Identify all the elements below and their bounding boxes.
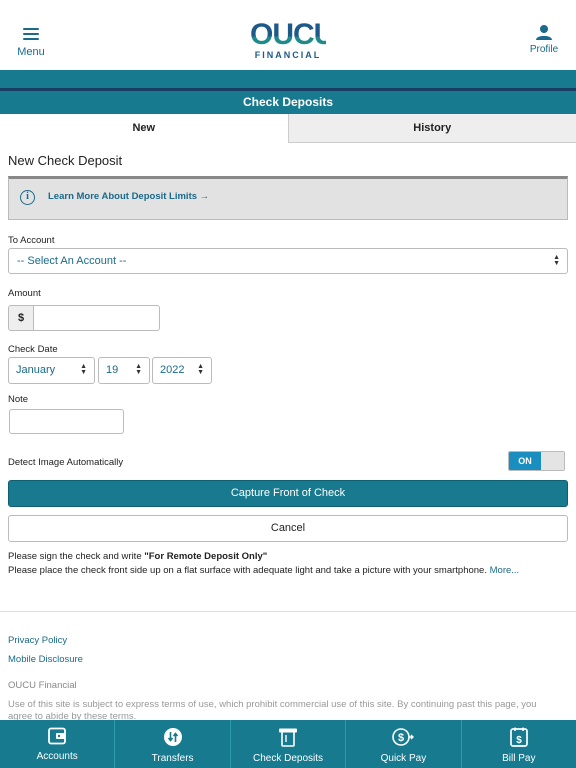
nav-quick-pay[interactable]: $ Quick Pay: [346, 720, 462, 768]
capture-front-button[interactable]: Capture Front of Check: [8, 480, 568, 507]
nav-bill-pay[interactable]: $ Bill Pay: [462, 720, 576, 768]
remote-deposit-phrase: "For Remote Deposit Only": [144, 551, 268, 562]
svg-text:$: $: [398, 732, 404, 744]
nav-quick-pay-label: Quick Pay: [380, 753, 427, 764]
month-value: January: [16, 364, 56, 376]
privacy-policy-link[interactable]: Privacy Policy: [8, 635, 67, 646]
sign-instruction: Please sign the check and write "For Rem…: [8, 551, 267, 562]
bottom-nav: Accounts Transfers Check Deposits $ Quic…: [0, 720, 576, 768]
person-icon: [536, 25, 552, 40]
mobile-disclosure-link[interactable]: Mobile Disclosure: [8, 654, 83, 665]
select-arrows-icon: ▲ ▼: [135, 363, 142, 376]
nav-transfers[interactable]: Transfers: [115, 720, 231, 768]
profile-label: Profile: [529, 44, 559, 55]
footer-divider: [0, 611, 576, 612]
detect-image-toggle[interactable]: ON: [508, 451, 565, 471]
year-select[interactable]: 2022 ▲ ▼: [152, 357, 212, 384]
menu-button[interactable]: Menu: [10, 24, 52, 58]
deposit-limits-info-box: i Learn More About Deposit Limits →: [8, 176, 568, 220]
select-arrows-icon: ▲ ▼: [80, 363, 87, 376]
deposit-limits-link[interactable]: Learn More About Deposit Limits →: [48, 191, 209, 202]
photo-instruction-text: Please place the check front side up on …: [8, 565, 490, 576]
menu-label: Menu: [17, 46, 45, 58]
nav-transfers-label: Transfers: [151, 753, 194, 764]
section-title: New Check Deposit: [8, 153, 123, 168]
amount-input[interactable]: [33, 305, 160, 331]
tab-history[interactable]: History: [287, 114, 576, 143]
info-icon: i: [20, 190, 35, 205]
check-date-label: Check Date: [8, 344, 58, 355]
transfer-icon: [163, 728, 182, 746]
org-name: OUCU Financial: [8, 680, 77, 691]
select-arrows-icon: ▲ ▼: [197, 363, 204, 376]
photo-instruction: Please place the check front side up on …: [8, 565, 519, 576]
more-link[interactable]: More...: [490, 565, 520, 576]
amount-group: $: [8, 305, 160, 331]
day-select[interactable]: 19 ▲ ▼: [98, 357, 150, 384]
amount-label: Amount: [8, 288, 41, 299]
hamburger-icon: [23, 28, 39, 40]
nav-check-deposits[interactable]: Check Deposits: [231, 720, 347, 768]
logo-wordmark: OUCU: [250, 18, 335, 51]
to-account-select[interactable]: -- Select An Account -- ▲ ▼: [8, 248, 568, 274]
bill-pay-icon: $: [509, 727, 528, 747]
month-select[interactable]: January ▲ ▼: [8, 357, 95, 384]
check-deposit-icon: [279, 728, 298, 747]
toggle-off-segment: [541, 452, 564, 470]
toggle-on-label: ON: [509, 452, 541, 470]
nav-accounts-label: Accounts: [36, 751, 78, 762]
top-bar: Menu OUCU FINANCIAL Profile: [0, 0, 576, 70]
nav-check-deposits-label: Check Deposits: [253, 753, 324, 764]
profile-button[interactable]: Profile: [526, 24, 562, 55]
day-value: 19: [106, 364, 119, 376]
note-label: Note: [8, 394, 29, 405]
svg-text:$: $: [516, 735, 522, 746]
sign-instruction-text: Please sign the check and write: [8, 551, 145, 562]
detect-image-label: Detect Image Automatically: [8, 457, 124, 468]
page-title: Check Deposits: [0, 91, 576, 114]
oucu-logo[interactable]: OUCU FINANCIAL: [250, 18, 335, 61]
quick-pay-icon: $: [392, 728, 415, 746]
to-account-value: -- Select An Account --: [17, 255, 127, 267]
select-arrows-icon: ▲ ▼: [553, 254, 560, 267]
cancel-button[interactable]: Cancel: [8, 515, 568, 542]
note-input[interactable]: [9, 409, 124, 434]
year-value: 2022: [160, 364, 185, 376]
tab-bar: New History: [0, 114, 576, 143]
nav-bill-pay-label: Bill Pay: [502, 753, 536, 764]
currency-symbol: $: [8, 305, 33, 331]
tab-new[interactable]: New: [0, 114, 288, 143]
logo-subtitle: FINANCIAL: [254, 50, 322, 60]
header-band: [0, 70, 576, 88]
nav-accounts[interactable]: Accounts: [0, 720, 116, 768]
wallet-icon: [48, 727, 67, 745]
to-account-label: To Account: [8, 235, 55, 246]
